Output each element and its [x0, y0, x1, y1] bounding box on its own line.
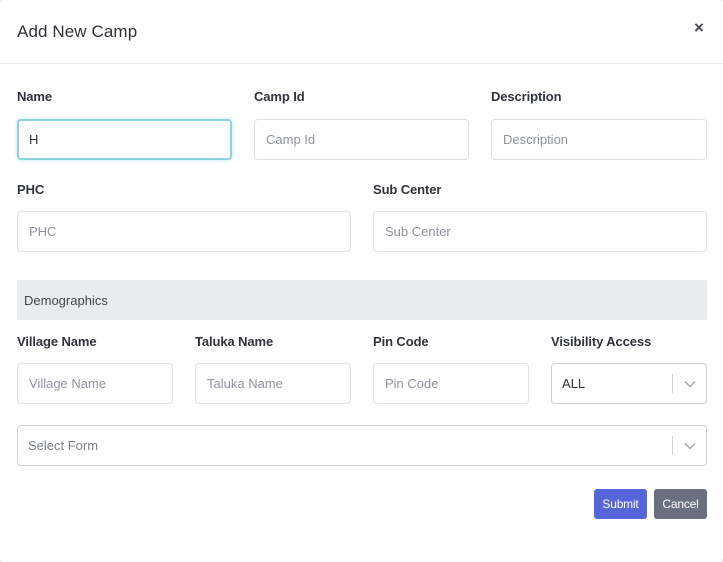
village-name-input[interactable]: Village Name: [17, 363, 173, 404]
visibility-access-label: Visibility Access: [551, 334, 652, 349]
add-camp-modal: Add New Camp × Name H Camp Id Camp Id De…: [0, 0, 723, 562]
visibility-access-select[interactable]: ALL: [551, 363, 707, 404]
demographics-heading: Demographics: [24, 292, 108, 308]
chevron-down-icon[interactable]: [673, 380, 706, 388]
taluka-name-input[interactable]: Taluka Name: [195, 363, 351, 404]
select-form-dropdown[interactable]: Select Form: [17, 425, 707, 466]
chevron-down-icon[interactable]: [673, 442, 706, 450]
visibility-access-value: ALL: [562, 376, 586, 391]
camp-id-input[interactable]: Camp Id: [254, 119, 469, 160]
village-name-label: Village Name: [17, 334, 97, 349]
sub-center-placeholder: Sub Center: [385, 224, 451, 239]
modal-header: Add New Camp ×: [0, 0, 723, 64]
submit-button[interactable]: Submit: [594, 489, 647, 519]
name-label: Name: [17, 89, 53, 104]
select-form-placeholder: Select Form: [28, 438, 99, 453]
description-label: Description: [491, 89, 562, 104]
modal-title: Add New Camp: [17, 21, 138, 41]
camp-id-label: Camp Id: [254, 89, 305, 104]
name-input-value: H: [29, 132, 39, 147]
camp-id-placeholder: Camp Id: [266, 132, 316, 147]
sub-center-label: Sub Center: [373, 182, 442, 197]
pin-code-placeholder: Pin Code: [385, 376, 439, 391]
description-placeholder: Description: [503, 132, 569, 147]
taluka-name-label: Taluka Name: [195, 334, 274, 349]
phc-label: PHC: [17, 182, 45, 197]
pin-code-input[interactable]: Pin Code: [373, 363, 529, 404]
name-input[interactable]: H: [17, 119, 232, 160]
village-name-placeholder: Village Name: [29, 376, 107, 391]
phc-placeholder: PHC: [29, 224, 57, 239]
description-input[interactable]: Description: [491, 119, 707, 160]
phc-input[interactable]: PHC: [17, 211, 351, 252]
sub-center-input[interactable]: Sub Center: [373, 211, 707, 252]
cancel-button[interactable]: Cancel: [654, 489, 707, 519]
taluka-name-placeholder: Taluka Name: [207, 376, 283, 391]
close-icon[interactable]: ×: [691, 18, 707, 37]
pin-code-label: Pin Code: [373, 334, 429, 349]
demographics-section-header: Demographics: [17, 280, 707, 320]
